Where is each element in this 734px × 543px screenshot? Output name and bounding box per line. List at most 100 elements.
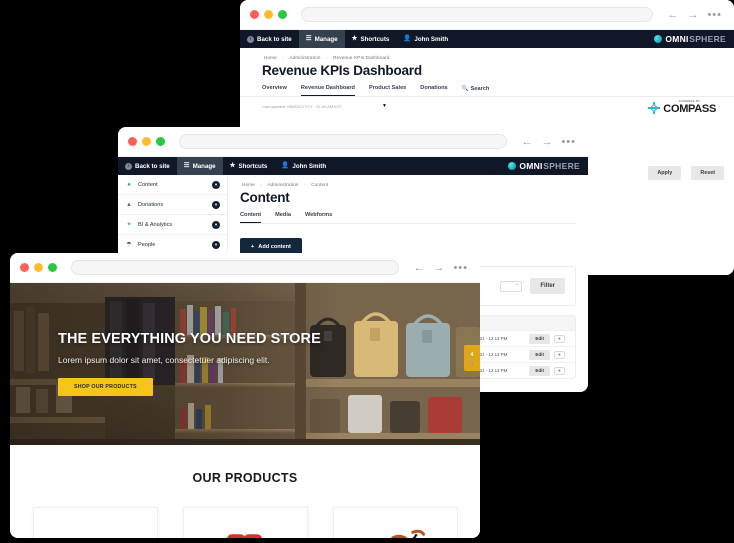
- breadcrumb[interactable]: Home › Administration › Revenue KPIs Das…: [262, 48, 712, 63]
- browser-nav-icons[interactable]: ← → •••: [521, 136, 578, 148]
- browser-chrome: ← → •••: [240, 0, 734, 30]
- edit-button[interactable]: Edit: [529, 349, 550, 360]
- chevron-down-icon[interactable]: ▾: [212, 180, 220, 189]
- compass-name: COMPASS: [663, 103, 716, 115]
- sidebar-item-label: Donations: [138, 201, 164, 208]
- page-title: Content: [240, 190, 290, 205]
- content-tabs[interactable]: Content Media Webforms: [240, 212, 576, 223]
- address-bar[interactable]: [179, 134, 508, 149]
- sidebar-item-people[interactable]: ☂ People ▾: [118, 235, 227, 255]
- maximize-icon[interactable]: [156, 137, 165, 146]
- forward-arrow-icon[interactable]: →: [433, 262, 444, 274]
- admin-toolbar[interactable]: ‹ Back to site ☰ Manage ★ Shortcuts 👤 Jo…: [118, 157, 588, 175]
- tab-revenue-dashboard[interactable]: Revenue Dashboard: [300, 85, 355, 96]
- browser-nav-icons[interactable]: ← → •••: [413, 262, 470, 274]
- user-menu-button[interactable]: 👤 John Smith: [396, 30, 455, 48]
- breadcrumb-separator: ›: [260, 182, 262, 187]
- products-heading: OUR PRODUCTS: [192, 471, 298, 485]
- minimize-icon[interactable]: [142, 137, 151, 146]
- tab-media[interactable]: Media: [275, 212, 291, 223]
- breadcrumb-home[interactable]: Home: [264, 55, 277, 60]
- shortcuts-menu-button[interactable]: ★ Shortcuts: [223, 157, 275, 175]
- sidebar-item-label: Content: [138, 181, 158, 188]
- omnisphere-logo: OMNI SPHERE: [654, 30, 726, 48]
- breadcrumb-home[interactable]: Home: [242, 182, 255, 187]
- back-arrow-icon[interactable]: ←: [667, 9, 678, 21]
- sphere-icon: [508, 162, 517, 170]
- chevron-down-icon[interactable]: ▾: [212, 240, 220, 249]
- back-to-site-button[interactable]: ‹ Back to site: [240, 30, 299, 48]
- more-options-icon[interactable]: •••: [561, 136, 576, 148]
- window-traffic-lights[interactable]: [128, 137, 165, 146]
- window-traffic-lights[interactable]: [250, 10, 287, 19]
- bicycle-image: [390, 529, 425, 538]
- close-icon[interactable]: [250, 10, 259, 19]
- product-card-shoes[interactable]: [182, 507, 308, 538]
- browser-nav-icons[interactable]: ← → •••: [667, 9, 724, 21]
- sidebar-item-bi-analytics[interactable]: ✦ BI & Analytics ▾: [118, 215, 227, 235]
- product-card-bicycle[interactable]: [332, 507, 458, 538]
- breadcrumb-administration[interactable]: Administration: [267, 182, 298, 187]
- more-options-icon[interactable]: •••: [453, 262, 468, 274]
- dashboard-tabs[interactable]: Overview Revenue Dashboard Product Sales…: [262, 85, 712, 96]
- back-arrow-icon[interactable]: ←: [413, 262, 424, 274]
- cart-widget[interactable]: 4 🛒: [464, 345, 480, 371]
- tab-webforms[interactable]: Webforms: [305, 212, 332, 223]
- admin-toolbar[interactable]: ‹ Back to site ☰ Manage ★ Shortcuts 👤 Jo…: [240, 30, 734, 48]
- close-icon[interactable]: [128, 137, 137, 146]
- chevron-down-icon[interactable]: ▾: [212, 220, 220, 229]
- logo-primary-text: OMNI: [519, 161, 543, 171]
- tab-donations[interactable]: Donations: [420, 85, 447, 96]
- more-options-icon[interactable]: •••: [707, 9, 722, 21]
- maximize-icon[interactable]: [48, 263, 57, 272]
- address-bar[interactable]: [71, 260, 400, 275]
- forward-arrow-icon[interactable]: →: [687, 9, 698, 21]
- close-icon[interactable]: [20, 263, 29, 272]
- manage-menu-button[interactable]: ☰ Manage: [176, 157, 223, 175]
- product-card-sunglasses[interactable]: [32, 507, 158, 538]
- window-storefront[interactable]: ← → ••• THE EVERYTHING YOU NEED STORE Lo…: [10, 253, 480, 538]
- edit-button[interactable]: Edit: [529, 333, 550, 344]
- breadcrumb-current: Revenue KPIs Dashboard: [333, 55, 390, 60]
- maximize-icon[interactable]: [278, 10, 287, 19]
- tab-search[interactable]: 🔍 Search: [462, 85, 490, 96]
- chevron-down-icon[interactable]: ▾: [212, 200, 220, 209]
- breadcrumb[interactable]: Home › Administration › Content: [240, 175, 576, 190]
- manage-menu-button[interactable]: ☰ Manage: [298, 30, 345, 48]
- reset-button[interactable]: Reset: [691, 166, 724, 180]
- filter-button[interactable]: Filter: [530, 278, 565, 294]
- minimize-icon[interactable]: [264, 10, 273, 19]
- filter-select[interactable]: [500, 280, 523, 292]
- filter-toggle-icon[interactable]: ▼: [382, 103, 387, 109]
- back-arrow-icon[interactable]: ←: [521, 136, 532, 148]
- sidebar-item-donations[interactable]: ▲ Donations ▾: [118, 195, 227, 215]
- breadcrumb-administration[interactable]: Administration: [289, 55, 320, 60]
- hamburger-icon: ☰: [305, 34, 312, 42]
- address-bar[interactable]: [301, 7, 654, 22]
- apply-button[interactable]: Apply: [648, 166, 682, 180]
- chevron-down-icon[interactable]: ▾: [554, 334, 565, 343]
- user-menu-button[interactable]: 👤 John Smith: [274, 157, 333, 175]
- edit-button[interactable]: Edit: [529, 365, 550, 376]
- shop-our-products-button[interactable]: SHOP OUR PRODUCTS: [58, 378, 153, 396]
- user-label: John Smith: [414, 35, 449, 43]
- manage-label: Manage: [192, 162, 216, 170]
- shortcuts-menu-button[interactable]: ★ Shortcuts: [345, 30, 397, 48]
- dashboard-filter-controls[interactable]: Apply Reset: [648, 166, 724, 180]
- forward-arrow-icon[interactable]: →: [541, 136, 552, 148]
- tab-product-sales[interactable]: Product Sales: [369, 85, 406, 96]
- tab-overview[interactable]: Overview: [262, 85, 287, 96]
- logo-secondary-text: SPHERE: [689, 34, 726, 44]
- sidebar-item-content[interactable]: ● Content ▾: [118, 175, 227, 195]
- tab-content[interactable]: Content: [240, 212, 262, 223]
- analytics-icon: ✦: [126, 222, 132, 228]
- chevron-down-icon[interactable]: ▾: [554, 350, 565, 359]
- sunglasses-image: [34, 518, 157, 538]
- window-traffic-lights[interactable]: [20, 263, 57, 272]
- browser-chrome: ← → •••: [10, 253, 480, 283]
- hamburger-icon: ☰: [183, 161, 190, 169]
- back-to-site-button[interactable]: ‹ Back to site: [118, 157, 177, 175]
- sidebar-item-label: People: [138, 241, 156, 248]
- minimize-icon[interactable]: [34, 263, 43, 272]
- chevron-down-icon[interactable]: ▾: [554, 366, 565, 375]
